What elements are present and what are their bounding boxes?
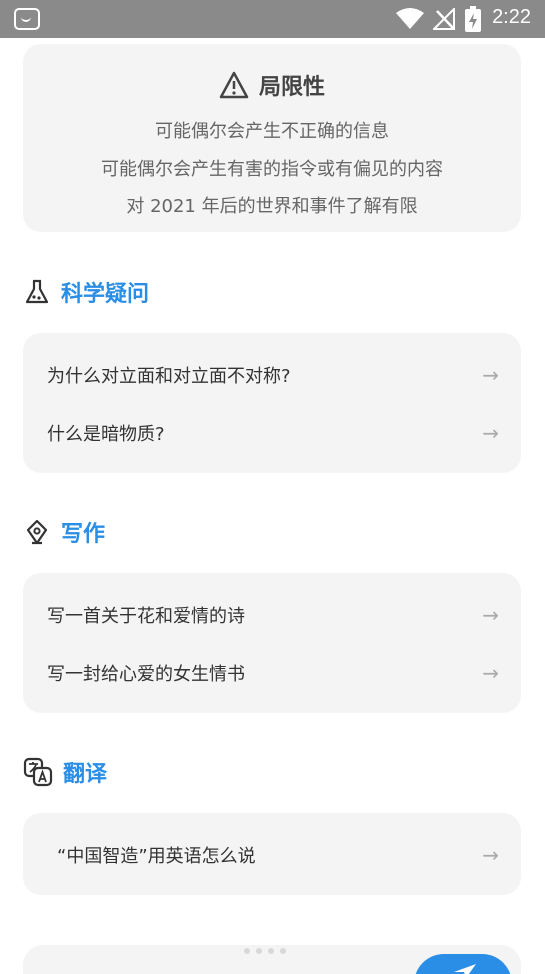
arrow-right-icon: →: [482, 421, 499, 445]
suggestion-item[interactable]: 为什么对立面和对立面不对称? →: [23, 350, 521, 400]
suggestion-text: “中国智造”用英语怎么说: [57, 846, 256, 867]
arrow-right-icon: →: [482, 363, 499, 387]
battery-charging-icon: [465, 6, 481, 32]
section-science-header: 科学疑问: [23, 275, 149, 309]
suggestion-text: 什么是暗物质?: [47, 424, 165, 445]
page-indicator: [244, 948, 286, 954]
section-title: 科学疑问: [61, 282, 150, 307]
section-title: 写作: [61, 522, 106, 547]
suggestion-item[interactable]: “中国智造”用英语怎么说 →: [23, 830, 521, 880]
page-dot: [244, 948, 250, 954]
limitation-line: 可能偶尔会产生有害的指令或有偏见的内容: [101, 159, 443, 180]
section-title: 翻译: [63, 762, 108, 787]
app-notification-icon: [14, 8, 40, 30]
suggestion-text: 写一封给心爱的女生情书: [47, 664, 245, 685]
limitations-title: 局限性: [258, 75, 325, 100]
limitation-line: 对 2021 年后的世界和事件了解有限: [126, 196, 418, 217]
page-dot: [256, 948, 262, 954]
section-translate-header: 翻译: [23, 755, 107, 789]
no-signal-icon: [433, 8, 455, 30]
send-icon: [454, 964, 476, 974]
suggestion-item[interactable]: 什么是暗物质? →: [23, 408, 521, 458]
status-bar: 2:22: [0, 0, 545, 38]
flask-icon: [25, 279, 49, 304]
arrow-right-icon: →: [482, 843, 499, 867]
status-time: 2:22: [492, 6, 531, 28]
section-writing-header: 写作: [23, 515, 105, 549]
suggestion-text: 为什么对立面和对立面不对称?: [47, 366, 291, 387]
suggestion-item[interactable]: 写一封给心爱的女生情书 →: [23, 648, 521, 698]
page-dot: [268, 948, 274, 954]
limitation-line: 可能偶尔会产生不正确的信息: [155, 121, 389, 142]
warning-triangle-icon: [219, 71, 249, 99]
translate-icon: [23, 757, 53, 787]
arrow-right-icon: →: [482, 603, 499, 627]
limitations-header: 局限性: [23, 68, 521, 102]
suggestion-text: 写一首关于花和爱情的诗: [47, 606, 245, 627]
page-dot: [280, 948, 286, 954]
suggestion-item[interactable]: 写一首关于花和爱情的诗 →: [23, 590, 521, 640]
pen-nib-icon: [26, 519, 48, 545]
wifi-icon: [396, 8, 424, 29]
arrow-right-icon: →: [482, 661, 499, 685]
